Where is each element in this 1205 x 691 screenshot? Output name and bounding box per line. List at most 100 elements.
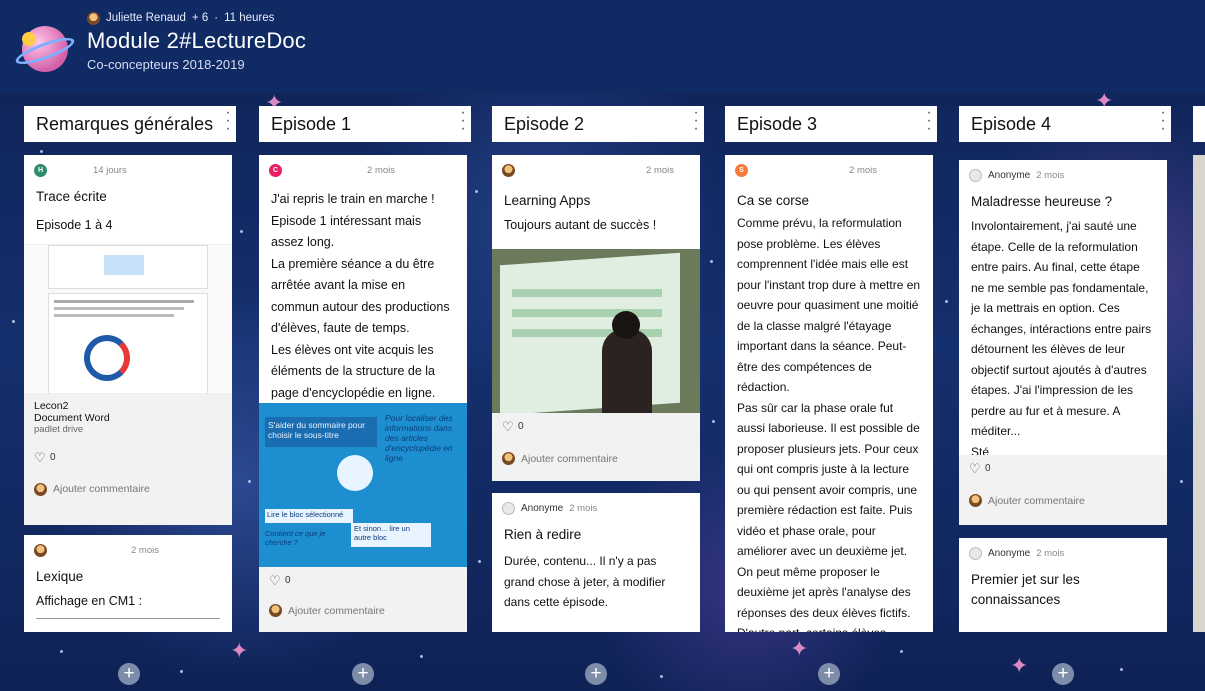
post-card-premier-jet[interactable]: Anonyme 2 mois Premier jet sur les conna… (959, 538, 1167, 632)
anonymous-avatar-icon (969, 546, 982, 560)
sparkle-icon: ✦ (230, 638, 249, 663)
like-count: 0 (518, 421, 524, 432)
board-subtitle: Co-concepteurs 2018-2019 (87, 57, 245, 72)
add-comment[interactable]: Ajouter commentaire (269, 604, 457, 617)
poster-text: Et sinon... lire un autre bloc (351, 523, 431, 547)
post-title: Maladresse heureuse ? (971, 194, 1113, 209)
board-header: Juliette Renaud + 6 · 11 heures Module 2… (0, 0, 1205, 93)
post-time: 14 jours (93, 164, 127, 176)
contributors-count[interactable]: + 6 (192, 12, 208, 24)
add-comment[interactable]: Ajouter commentaire (969, 494, 1157, 507)
add-comment-label: Ajouter commentaire (288, 604, 385, 617)
post-time: 2 mois (1036, 169, 1065, 181)
like-button[interactable]: ♡ 0 (969, 461, 1157, 476)
column-header-episode-4[interactable]: Episode 4 · · · (959, 105, 1171, 142)
user-avatar: S (735, 163, 748, 177)
poster-title: Pour localiser des informations dans des… (385, 413, 453, 463)
column-header-episode-2[interactable]: Episode 2 · · · (492, 105, 704, 142)
user-avatar: H (34, 163, 47, 177)
like-button[interactable]: ♡ 0 (502, 419, 690, 434)
user-avatar (34, 482, 47, 496)
doc-title: Lecon2 (34, 399, 69, 412)
post-title: Rien à redire (504, 527, 582, 542)
poster-text: S'aider du sommaire pour choisir le sous… (265, 417, 377, 447)
user-avatar (502, 163, 515, 177)
add-comment[interactable]: Ajouter commentaire (502, 452, 690, 465)
column-header-next[interactable] (1193, 106, 1205, 142)
document-preview[interactable] (24, 243, 232, 394)
add-comment-label: Ajouter commentaire (521, 452, 618, 465)
heart-icon: ♡ (969, 461, 981, 476)
like-button[interactable]: ♡ 0 (269, 573, 457, 588)
post-subtitle: Affichage en CM1 : (36, 594, 143, 608)
like-count: 0 (50, 451, 56, 463)
author-name[interactable]: Juliette Renaud (106, 12, 186, 24)
kebab-menu-icon[interactable]: · · · (457, 105, 469, 137)
post-author: Anonyme (988, 547, 1031, 559)
user-avatar (269, 604, 282, 617)
post-image-photo[interactable] (492, 249, 700, 413)
add-post-button[interactable]: + (352, 663, 374, 685)
author-avatar[interactable] (87, 11, 100, 25)
add-comment-label: Ajouter commentaire (988, 494, 1085, 507)
anonymous-avatar-icon (969, 168, 982, 182)
post-attachment-preview[interactable] (36, 617, 220, 626)
post-body: Involontairement, j'ai sauté une étape. … (971, 219, 1152, 459)
kebab-menu-icon[interactable]: · · · (923, 105, 935, 137)
board-planet-icon[interactable] (13, 18, 77, 80)
user-avatar (969, 494, 982, 507)
add-comment[interactable]: Ajouter commentaire (34, 482, 222, 496)
add-post-button[interactable]: + (118, 663, 140, 685)
post-card-ca-se-corse[interactable]: S 2 mois Ca se corse Comme prévu, la ref… (725, 155, 933, 632)
doc-type: Document Word (34, 411, 110, 424)
add-post-button[interactable]: + (818, 663, 840, 685)
post-time: 2 mois (367, 164, 395, 176)
post-card-trace-ecrite[interactable]: H 14 jours Trace écrite Episode 1 à 4 Le… (24, 155, 232, 525)
post-time: 2 mois (849, 164, 877, 176)
column-header-remarques[interactable]: Remarques générales · · · (24, 105, 236, 142)
add-post-button[interactable]: + (585, 663, 607, 685)
kebab-menu-icon[interactable]: · · · (1157, 105, 1169, 137)
post-card-episode1[interactable]: C 2 mois J'ai repris le train en marche … (259, 155, 467, 632)
column-title: Episode 2 (504, 114, 585, 134)
sparkle-icon: ✦ (790, 636, 809, 661)
kebab-menu-icon[interactable]: · · · (690, 105, 702, 137)
like-count: 0 (985, 463, 991, 474)
post-card-maladresse[interactable]: Anonyme 2 mois Maladresse heureuse ? Inv… (959, 160, 1167, 525)
post-body: Durée, contenu... Il n'y a pas grand cho… (504, 554, 666, 609)
post-time: 2 mois (1036, 547, 1065, 559)
poster-text: Contient ce que je cherche ? (265, 529, 326, 547)
user-avatar (502, 452, 515, 465)
post-card-rien-a-redire[interactable]: Anonyme 2 mois Rien à redire Durée, cont… (492, 493, 700, 632)
like-count: 0 (285, 575, 291, 586)
post-time: 2 mois (646, 164, 674, 176)
post-time: 2 mois (569, 502, 598, 514)
heart-icon: ♡ (269, 573, 281, 588)
add-post-button[interactable]: + (1052, 663, 1074, 685)
column-header-episode-1[interactable]: Episode 1 · · · (259, 105, 471, 142)
column-title: Episode 4 (971, 114, 1052, 134)
column-header-episode-3[interactable]: Episode 3 · · · (725, 105, 937, 142)
post-card-lexique[interactable]: 2 mois Lexique Affichage en CM1 : (24, 535, 232, 632)
post-card-learning-apps[interactable]: 2 mois Learning Apps Toujours autant de … (492, 155, 700, 481)
post-title: Learning Apps (504, 193, 591, 208)
updated-time: 11 heures (224, 12, 275, 24)
post-image-poster[interactable]: S'aider du sommaire pour choisir le sous… (259, 403, 467, 567)
meta-separator: · (214, 12, 219, 24)
column-title: Episode 3 (737, 114, 818, 134)
post-body: J'ai repris le train en marche ! Episode… (271, 192, 450, 400)
post-title: Premier jet sur les connaissances (971, 572, 1080, 607)
post-body: Comme prévu, la reformulation pose probl… (737, 216, 921, 632)
heart-icon: ♡ (502, 419, 514, 434)
add-comment-label: Ajouter commentaire (53, 483, 150, 495)
post-title: Lexique (36, 569, 84, 584)
kebab-menu-icon[interactable]: · · · (222, 105, 234, 137)
post-author: Anonyme (988, 169, 1031, 181)
post-subtitle: Episode 1 à 4 (36, 218, 113, 232)
user-avatar: C (269, 163, 282, 177)
like-button[interactable]: ♡ 0 (34, 451, 222, 464)
user-avatar (34, 543, 47, 557)
post-card-partial[interactable] (1193, 155, 1205, 632)
sparkle-icon: ✦ (1010, 653, 1029, 678)
column-title: Remarques générales (36, 114, 214, 134)
